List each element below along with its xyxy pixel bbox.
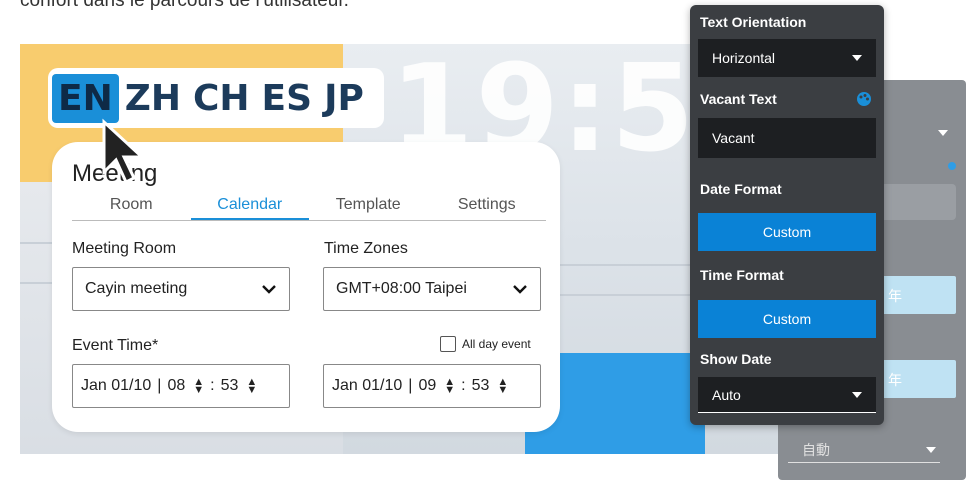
lang-en[interactable]: EN <box>52 73 119 123</box>
time-colon: : <box>210 377 215 394</box>
color-palette-icon[interactable] <box>856 91 872 107</box>
start-hour[interactable]: 08 <box>167 377 185 395</box>
start-time-field[interactable]: Jan 01/10 | 08 ▲ ▼ : 53 ▲ ▼ <box>72 364 290 408</box>
meeting-room-select[interactable]: Cayin meeting <box>72 267 290 311</box>
caret-down-icon <box>852 55 862 61</box>
show-date-select[interactable]: Auto <box>698 377 876 413</box>
date-format-button[interactable]: Custom <box>698 213 876 251</box>
lang-zh[interactable]: ZH <box>119 74 187 123</box>
back-auto-select: 自動 <box>788 434 940 463</box>
caret-down-icon <box>926 447 936 453</box>
back-button-1-label: 年 <box>888 288 902 304</box>
time-format-label: Time Format <box>700 267 784 283</box>
start-minute[interactable]: 53 <box>221 377 239 395</box>
time-format-button[interactable]: Custom <box>698 300 876 338</box>
date-time-divider: | <box>408 377 413 394</box>
time-zones-label: Time Zones <box>324 240 408 257</box>
tab-settings[interactable]: Settings <box>428 196 547 220</box>
end-minute[interactable]: 53 <box>472 377 490 395</box>
all-day-label: All day event <box>462 337 531 351</box>
end-time-field[interactable]: Jan 01/10 | 09 ▲ ▼ : 53 ▲ ▼ <box>323 364 541 408</box>
show-date-value: Auto <box>712 386 741 403</box>
time-zone-select[interactable]: GMT+08:00 Taipei <box>323 267 541 311</box>
meeting-room-label: Meeting Room <box>72 240 177 257</box>
caret-down-icon <box>938 130 948 136</box>
back-button-2-label: 年 <box>888 372 902 388</box>
language-switcher: EN ZH CH ES JP <box>48 68 384 128</box>
vacant-text-value: Vacant <box>712 130 755 146</box>
palette-icon <box>948 162 956 170</box>
back-auto-label: 自動 <box>802 442 830 458</box>
text-orientation-value: Horizontal <box>712 50 776 66</box>
tab-room[interactable]: Room <box>72 196 191 220</box>
time-colon: : <box>461 377 466 394</box>
event-time-label: Event Time* <box>72 337 159 354</box>
page-intro-text: confort dans le parcours de l'utilisateu… <box>20 0 349 11</box>
mouse-cursor-icon <box>102 118 146 185</box>
stepper-icon[interactable]: ▲ ▼ <box>444 377 455 396</box>
chevron-down-icon <box>262 285 276 294</box>
meeting-tabs: Room Calendar Template Settings <box>72 196 546 221</box>
end-hour[interactable]: 09 <box>418 377 436 395</box>
text-orientation-label: Text Orientation <box>700 14 807 30</box>
stepper-icon[interactable]: ▲ ▼ <box>246 377 257 396</box>
stepper-icon[interactable]: ▲ ▼ <box>193 377 204 396</box>
lang-jp[interactable]: JP <box>318 74 370 123</box>
tab-template[interactable]: Template <box>309 196 428 220</box>
stepper-icon[interactable]: ▲ ▼ <box>497 377 508 396</box>
end-date: Jan 01/10 <box>332 377 403 394</box>
show-date-label: Show Date <box>700 351 772 367</box>
vacant-text-input[interactable]: Vacant <box>698 118 876 158</box>
time-zone-value: GMT+08:00 Taipei <box>336 280 467 297</box>
lang-ch[interactable]: CH <box>187 74 256 123</box>
text-orientation-select[interactable]: Horizontal <box>698 39 876 77</box>
settings-panel: Text Orientation Horizontal Vacant Text … <box>690 5 884 425</box>
date-format-label: Date Format <box>700 181 782 197</box>
caret-down-icon <box>852 391 862 398</box>
lang-es[interactable]: ES <box>256 74 319 123</box>
tab-calendar[interactable]: Calendar <box>190 196 309 220</box>
start-date: Jan 01/10 <box>81 377 152 394</box>
all-day-checkbox[interactable] <box>440 336 456 352</box>
meeting-room-value: Cayin meeting <box>85 280 188 297</box>
chevron-down-icon <box>513 285 527 294</box>
date-time-divider: | <box>157 377 162 394</box>
vacant-text-label: Vacant Text <box>700 91 777 107</box>
all-day-toggle[interactable]: All day event <box>440 336 531 352</box>
